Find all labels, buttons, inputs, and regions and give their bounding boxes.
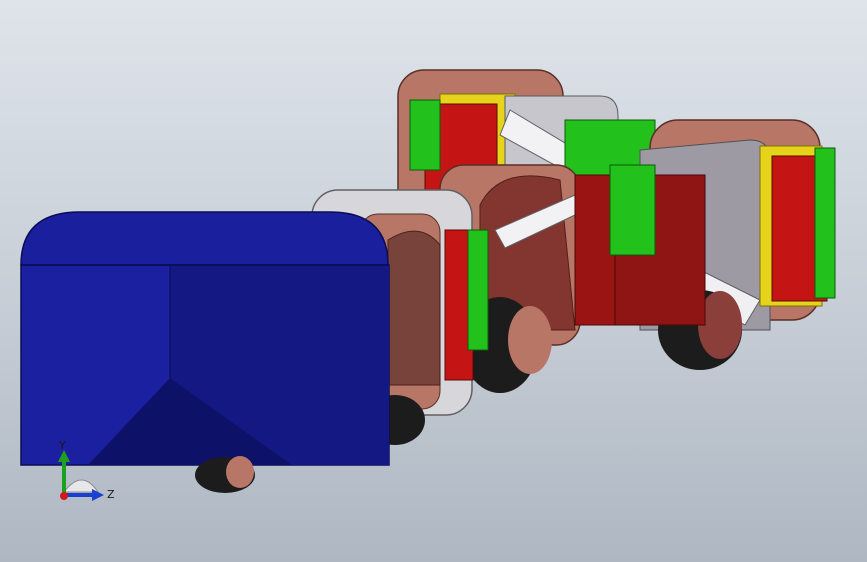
cad-model-scene[interactable] — [0, 0, 867, 562]
z-axis-arrow-icon — [92, 489, 104, 501]
coordinate-triad: Y Z — [58, 440, 115, 501]
graphics-viewport[interactable]: Y Z — [0, 0, 867, 562]
x-axis-dot-icon — [60, 492, 68, 500]
y-axis-label: Y — [58, 440, 66, 452]
z-axis-label: Z — [107, 488, 115, 501]
